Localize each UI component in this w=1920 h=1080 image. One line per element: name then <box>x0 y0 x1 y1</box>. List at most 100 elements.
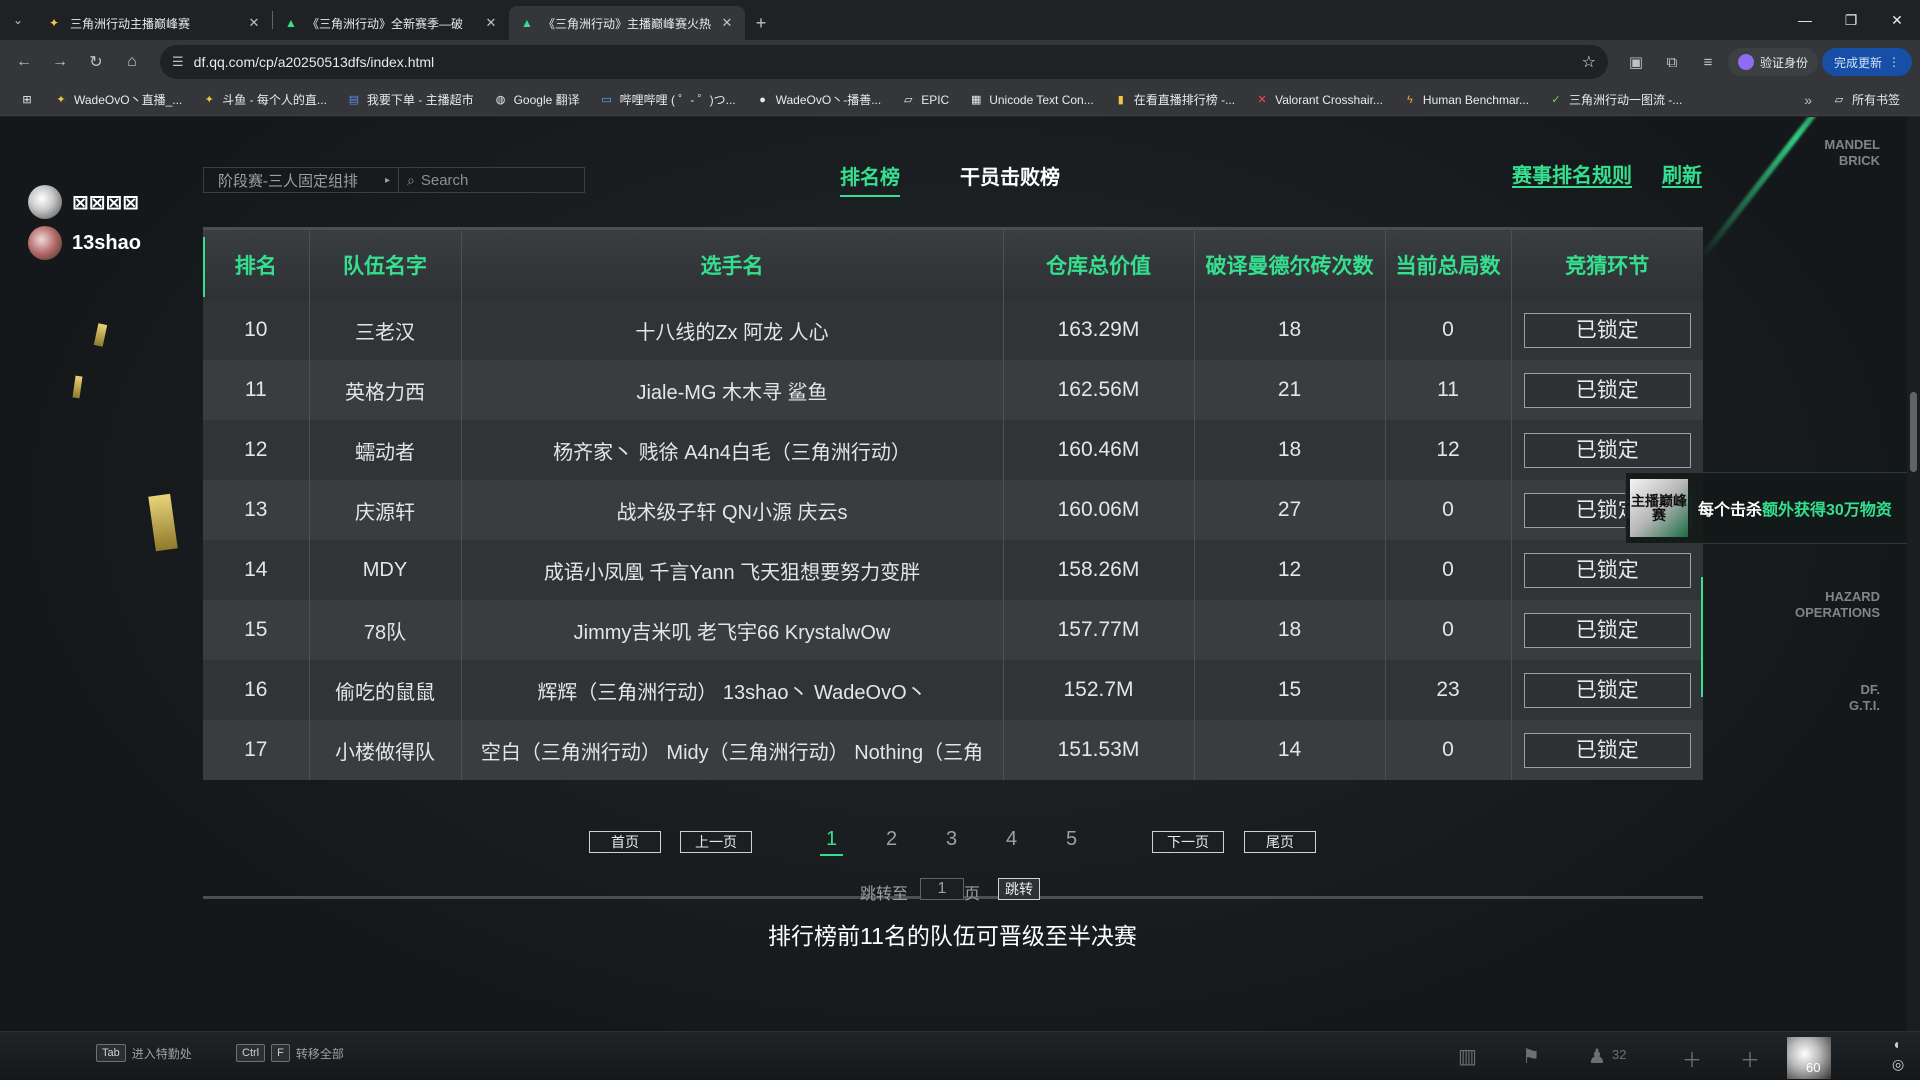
avatar <box>28 226 62 260</box>
locked-button[interactable]: 已锁定 <box>1523 312 1691 348</box>
betting-cell: 已锁定 <box>1511 300 1703 360</box>
bolt-icon: ϟ <box>1406 93 1413 106</box>
bookmark-item[interactable]: ▦ Unicode Text Con... <box>961 87 1102 113</box>
bricks-cell: 18 <box>1194 300 1386 360</box>
extension-icon[interactable]: ▣ <box>1620 46 1652 78</box>
last-page-button[interactable]: 尾页 <box>1244 831 1316 853</box>
close-icon[interactable]: ✕ <box>483 15 499 31</box>
bricks-cell: 18 <box>1194 420 1386 480</box>
search-input[interactable]: ⌕ Search <box>399 172 584 189</box>
players-cell: 空白（三角洲行动） Midy（三角洲行动） Nothing（三角 <box>461 720 1004 780</box>
locked-button[interactable]: 已锁定 <box>1523 432 1691 468</box>
media-icon[interactable]: ≡ <box>1692 46 1724 78</box>
rank-cell: 15 <box>203 600 310 660</box>
locked-button[interactable]: 已锁定 <box>1523 732 1691 768</box>
jump-button[interactable]: 跳转 <box>998 878 1040 900</box>
page-2[interactable]: 2 <box>886 828 897 851</box>
mic-icon[interactable]: ◖ <box>1892 1036 1900 1052</box>
flag-icon[interactable]: ⚑ <box>1522 1044 1540 1069</box>
betting-cell: 已锁定 <box>1511 600 1703 660</box>
scrollbar-thumb[interactable] <box>1910 392 1917 472</box>
bookmark-item[interactable]: ● WadeOvO丶-播善... <box>748 87 890 113</box>
bookmark-item[interactable]: ✕ Valorant Crosshair... <box>1247 87 1391 113</box>
bookmark-item[interactable]: ✦ WadeOvO丶直播_... <box>46 87 190 113</box>
players-icon[interactable]: ♟ <box>1588 1044 1606 1069</box>
favicon-icon: ✦ <box>48 16 60 30</box>
home-icon[interactable]: ⌂ <box>116 46 148 78</box>
tab-leaderboard[interactable]: 排名榜 <box>840 161 900 197</box>
restore-icon[interactable]: ❐ <box>1828 0 1874 40</box>
tab-kills[interactable]: 干员击败榜 <box>960 161 1060 190</box>
bookmark-item[interactable]: ϟ Human Benchmar... <box>1395 87 1537 113</box>
locked-button[interactable]: 已锁定 <box>1523 372 1691 408</box>
back-icon[interactable]: ← <box>8 46 40 78</box>
bookmark-item[interactable]: ✓ 三角洲行动一图流 -... <box>1541 87 1690 113</box>
stage-select[interactable]: 阶段赛-三人固定组排 ▸ <box>204 168 399 192</box>
bookmark-item[interactable]: ▤ 我要下单 - 主播超市 <box>339 87 482 113</box>
close-window-icon[interactable]: ✕ <box>1874 0 1920 40</box>
bookmark-item[interactable]: ◍ Google 翻译 <box>486 87 588 113</box>
bookmark-icon: ✦ <box>56 94 66 106</box>
address-bar[interactable]: ☰ df.qq.com/cp/a20250513dfs/index.html ☆ <box>160 45 1608 79</box>
overlay-user: ⊠⊠⊠⊠ <box>28 185 139 219</box>
games-cell: 11 <box>1385 360 1512 420</box>
team-cell: 小楼做得队 <box>309 720 462 780</box>
bricks-cell: 14 <box>1194 720 1386 780</box>
bookmark-item[interactable]: ✦ 斗鱼 - 每个人的直... <box>194 87 335 113</box>
close-icon[interactable]: ✕ <box>719 15 735 31</box>
jump-page-input[interactable] <box>920 878 964 900</box>
browser-tab-3[interactable]: ▲ 《三角洲行动》主播巅峰赛火热 ✕ <box>509 6 745 40</box>
bookmark-folder[interactable]: ▱ EPIC <box>893 87 957 113</box>
bookmark-icon: ● <box>759 93 766 106</box>
forward-icon[interactable]: → <box>44 46 76 78</box>
next-page-button[interactable]: 下一页 <box>1152 831 1224 853</box>
reload-icon[interactable]: ↻ <box>80 46 112 78</box>
page-5[interactable]: 5 <box>1066 828 1077 851</box>
betting-cell: 已锁定 <box>1511 420 1703 480</box>
tab-search-icon[interactable]: ⌄ <box>0 0 36 40</box>
more-bookmarks-icon[interactable]: » <box>1796 92 1820 108</box>
all-bookmarks-folder[interactable]: ▱ 所有书签 <box>1824 87 1908 113</box>
bookmark-star-icon[interactable]: ☆ <box>1582 52 1596 72</box>
page-4[interactable]: 4 <box>1006 828 1017 851</box>
avatar <box>28 185 62 219</box>
bookmark-item[interactable]: ▮ 在看直播排行榜 -... <box>1106 87 1243 113</box>
puzzle-icon[interactable]: ⧉ <box>1656 46 1688 78</box>
rules-link[interactable]: 赛事排名规则 <box>1512 159 1632 188</box>
filter-bar: 阶段赛-三人固定组排 ▸ ⌕ Search <box>203 167 585 193</box>
site-info-icon[interactable]: ☰ <box>172 54 184 70</box>
update-button[interactable]: 完成更新 ⋮ <box>1821 48 1912 76</box>
url-text[interactable]: df.qq.com/cp/a20250513dfs/index.html <box>194 54 1572 70</box>
folder-icon: ▱ <box>903 94 913 106</box>
page-3[interactable]: 3 <box>946 828 957 851</box>
first-page-button[interactable]: 首页 <box>589 831 661 853</box>
new-tab-button[interactable]: + <box>745 6 777 40</box>
header-games: 当前总局数 <box>1385 230 1512 300</box>
key-cap: Ctrl <box>236 1044 266 1062</box>
header-players: 选手名 <box>461 230 1004 300</box>
players-cell: 辉辉（三角洲行动） 13shao丶 WadeOvO丶 <box>461 660 1004 720</box>
prev-page-button[interactable]: 上一页 <box>680 831 752 853</box>
close-icon[interactable]: ✕ <box>246 15 262 31</box>
settings-icon[interactable]: ◎ <box>1892 1056 1904 1073</box>
refresh-link[interactable]: 刷新 <box>1662 159 1702 188</box>
profile-button[interactable]: 验证身份 <box>1727 48 1818 76</box>
browser-toolbar: ← → ↻ ⌂ ☰ df.qq.com/cp/a20250513dfs/inde… <box>0 40 1920 84</box>
kill-reward-banner: 主播巅峰赛 每个击杀额外获得30万物资 <box>1625 472 1920 544</box>
globe-icon: ◍ <box>495 94 506 106</box>
scrollbar[interactable] <box>1907 117 1920 1031</box>
minimize-icon[interactable]: — <box>1782 0 1828 40</box>
search-icon: ⌕ <box>407 171 415 188</box>
locked-button[interactable]: 已锁定 <box>1523 552 1691 588</box>
plus-icon[interactable]: ＋ <box>1740 1044 1760 1073</box>
apps-icon[interactable]: ⊞ <box>12 87 42 113</box>
browser-tab-1[interactable]: ✦ 三角洲行动主播巅峰赛 ✕ <box>36 6 272 40</box>
betting-cell: 已锁定 <box>1511 360 1703 420</box>
browser-tab-2[interactable]: ▲ 《三角洲行动》全新赛季—破 ✕ <box>273 6 509 40</box>
locked-button[interactable]: 已锁定 <box>1523 612 1691 648</box>
bookmark-item[interactable]: ▭ 哔哩哔哩 ( ゜- ゜)つ... <box>592 87 744 113</box>
page-1[interactable]: 1 <box>819 828 844 856</box>
plus-icon[interactable]: ＋ <box>1682 1044 1702 1073</box>
locked-button[interactable]: 已锁定 <box>1523 672 1691 708</box>
stats-icon[interactable]: ▥ <box>1458 1044 1477 1069</box>
